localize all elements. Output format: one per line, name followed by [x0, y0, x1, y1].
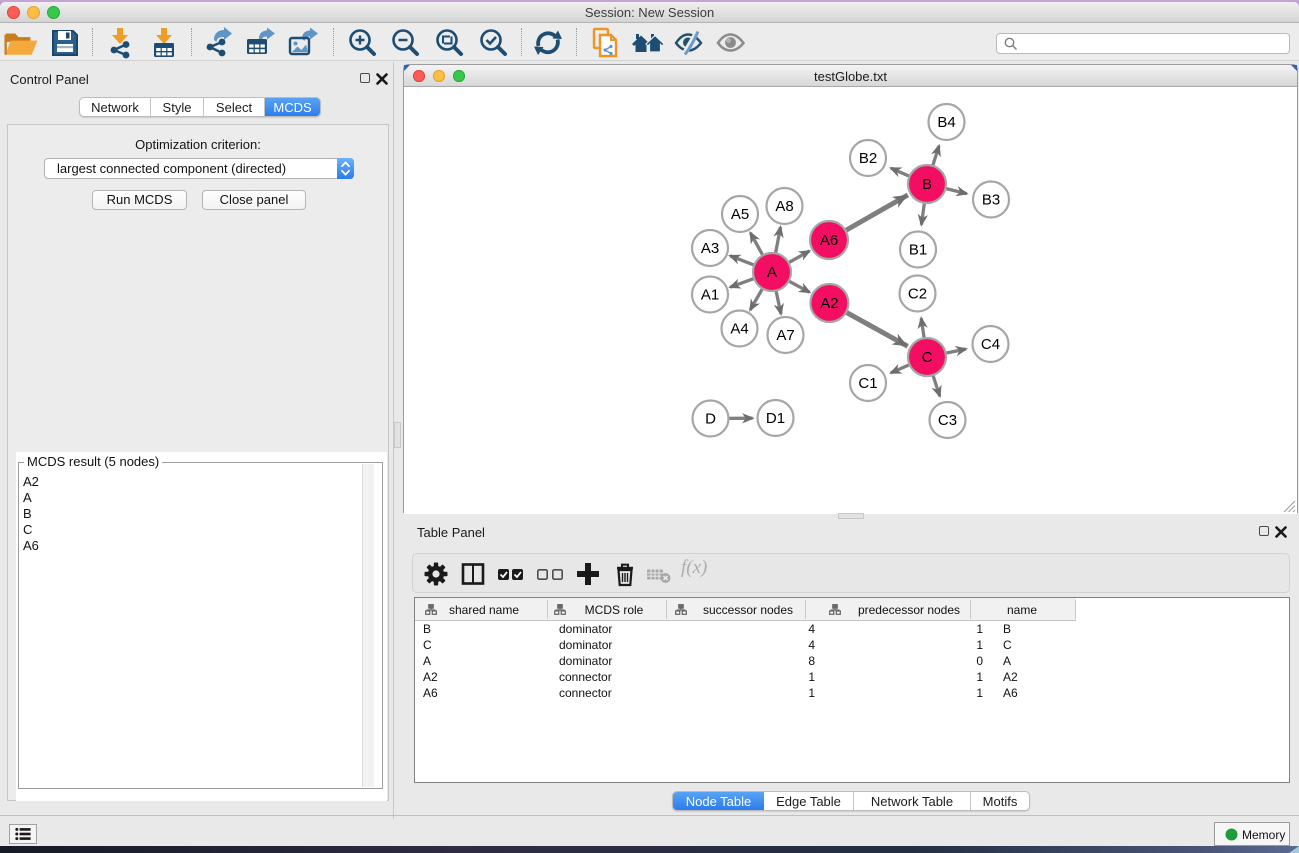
svg-text:A3: A3 — [701, 240, 719, 257]
svg-text:B4: B4 — [937, 114, 955, 131]
svg-text:B: B — [922, 176, 932, 193]
svg-text:A8: A8 — [775, 198, 793, 215]
svg-text:D1: D1 — [766, 410, 785, 427]
svg-text:B2: B2 — [859, 150, 877, 167]
svg-text:C4: C4 — [981, 336, 1000, 353]
svg-text:C2: C2 — [908, 286, 927, 303]
svg-text:B3: B3 — [982, 192, 1000, 209]
svg-text:C: C — [922, 349, 933, 366]
svg-text:A4: A4 — [730, 321, 748, 338]
svg-text:B1: B1 — [909, 242, 927, 259]
svg-text:A: A — [767, 264, 777, 281]
svg-text:D: D — [705, 411, 716, 428]
svg-text:A7: A7 — [776, 327, 794, 344]
svg-text:A1: A1 — [701, 287, 719, 304]
svg-text:A6: A6 — [820, 232, 838, 249]
svg-text:A2: A2 — [820, 295, 838, 312]
svg-text:A5: A5 — [731, 206, 749, 223]
svg-text:C1: C1 — [858, 375, 877, 392]
svg-text:C3: C3 — [938, 412, 957, 429]
